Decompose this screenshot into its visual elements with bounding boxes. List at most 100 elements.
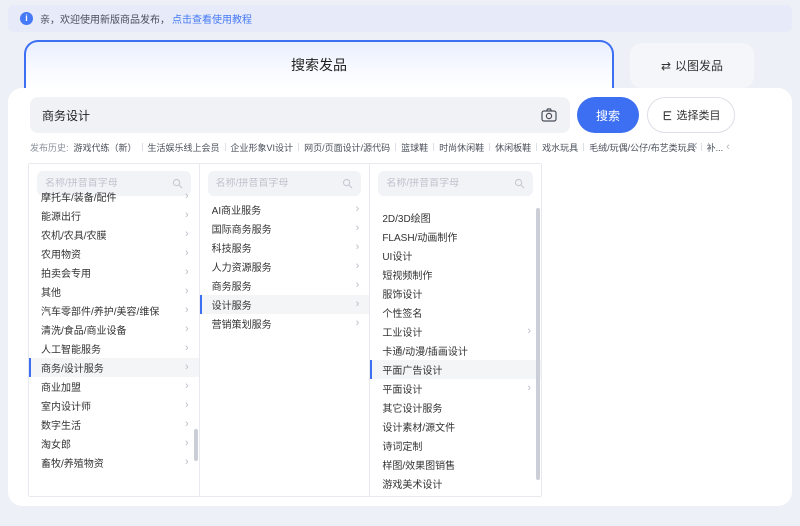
category-item[interactable]: 设计服务› [200,295,370,314]
category-item[interactable]: 营销策划服务› [200,314,370,333]
column2-search-input[interactable] [216,178,343,189]
category-item[interactable]: 农用物资› [29,244,199,263]
category-item[interactable]: 拍卖会专用› [29,263,199,282]
close-icon[interactable]: × [686,138,702,154]
chevron-right-icon: › [356,299,360,310]
category-item-label: 工业设计 [382,324,422,339]
category-item[interactable]: 2D/3D绘图 [370,208,541,227]
chevron-right-icon: › [185,343,189,354]
category-item[interactable]: 科技服务› [200,238,370,257]
category-item-label: 其他 [41,284,61,299]
category-item[interactable]: 工业设计 › [370,322,541,341]
category-item-label: 清洗/食品/商业设备 [41,322,127,337]
category-item[interactable]: 商务/设计服务› [29,358,199,377]
category-item[interactable]: 平面设计 › [370,379,541,398]
chevron-right-icon: › [185,400,189,411]
tutorial-link[interactable]: 点击查看使用教程 [172,11,252,26]
scrollbar-thumb[interactable] [536,208,540,480]
category-item[interactable]: 清洗/食品/商业设备 › [29,320,199,339]
category-item-label: 商务/设计服务 [41,360,104,375]
category-item[interactable]: 室内设计师› [29,396,199,415]
category-item-label: 人工智能服务 [41,341,101,356]
category-item-label: 拍卖会专用 [41,265,91,280]
category-item[interactable]: 能源出行› [29,206,199,225]
swap-arrows-icon: ⇄ [661,59,671,73]
category-item[interactable]: 样图/效果图销售 [370,455,541,474]
history-item[interactable]: 企业形象VI设计 [231,141,294,154]
history-item[interactable]: 生活娱乐线上会员 [148,141,220,154]
search-icon [172,178,183,189]
chevron-right-icon: › [527,383,531,394]
category-item[interactable]: 数字生活› [29,415,199,434]
category-item[interactable]: UI设计 [370,246,541,265]
category-item[interactable]: 国际商务服务› [200,219,370,238]
notice-text: 亲，欢迎使用新版商品发布， [40,11,170,26]
chevron-right-icon: › [527,326,531,337]
category-item[interactable]: 农机/农具/农膜› [29,225,199,244]
category-item[interactable]: 平面广告设计 [370,360,541,379]
history-item[interactable]: 补... [707,141,724,154]
category-item[interactable]: 人力资源服务› [200,257,370,276]
category-item-label: 摩托车/装备/配件 [41,189,117,204]
category-item[interactable]: 其他› [29,282,199,301]
camera-icon[interactable] [540,106,558,124]
select-category-label: 选择类目 [677,107,721,123]
category-item-label: 其它设计服务 [382,400,442,415]
history-divider [298,143,299,151]
category-item[interactable]: 卡通/动漫/插画设计 [370,341,541,360]
category-item[interactable]: 短视频制作 [370,265,541,284]
history-item[interactable]: 游戏代练（新） [74,141,137,154]
category-item-label: 人力资源服务 [212,259,272,274]
history-item[interactable]: 戏水玩具 [542,141,578,154]
category-item[interactable]: 畜牧/养殖物资› [29,453,199,472]
column1-search-input[interactable] [45,178,172,189]
category-item[interactable]: 服饰设计 [370,284,541,303]
history-divider [225,143,226,151]
tab-search-publish[interactable]: 搜索发品 [24,40,614,88]
chevron-right-icon: › [185,305,189,316]
category-item[interactable]: 设计素材/源文件 [370,417,541,436]
category-item[interactable]: 商业加盟› [29,377,199,396]
category-item[interactable]: 汽车零部件/养护/美容/维保› [29,301,199,320]
search-button[interactable]: 搜索 [577,97,639,133]
category-list-icon [662,110,673,121]
category-item-label: 数字生活 [41,417,81,432]
category-item[interactable]: 人工智能服务 › [29,339,199,358]
category-item[interactable]: 商务服务› [200,276,370,295]
category-item[interactable]: AI商业服务› [200,200,370,219]
search-input[interactable] [42,108,540,122]
select-category-button[interactable]: 选择类目 [647,97,735,133]
chevron-right-icon: › [356,223,360,234]
scrollbar-thumb[interactable] [194,429,198,461]
history-item[interactable]: 篮球鞋 [401,141,428,154]
chevron-right-icon: › [356,204,360,215]
category-item-label: 农机/农具/农膜 [41,227,107,242]
history-item[interactable]: 网页/页面设计/源代码 [304,141,390,154]
category-item[interactable]: 其它设计服务 [370,398,541,417]
category-item[interactable]: 摩托车/装备/配件› [29,187,199,206]
history-item[interactable]: 时尚休闲鞋 [439,141,484,154]
history-item[interactable]: 休闲板鞋 [495,141,531,154]
chevron-right-icon: › [185,324,189,335]
category-item[interactable]: 游戏美术设计 [370,474,541,493]
category-column-3: 2D/3D绘图FLASH/动画制作UI设计短视频制作服饰设计个性签名工业设计 › 卡… [370,164,541,496]
category-column-2: AI商业服务›国际商务服务›科技服务›人力资源服务›商务服务›设计服务›营销策划… [200,164,371,496]
category-item[interactable]: 淘女郎› [29,434,199,453]
category-item[interactable]: 诗词定制 [370,436,541,455]
chevron-right-icon: › [185,438,189,449]
category-item-label: 能源出行 [41,208,81,223]
column3-search-input[interactable] [386,178,514,189]
category-item-label: 平面设计 [382,381,422,396]
search-icon [514,178,525,189]
chevron-right-icon: › [356,280,360,291]
history-item[interactable]: 毛绒/玩偶/公仔/布艺类玩具 [589,141,696,154]
history-divider [433,143,434,151]
category-item[interactable]: FLASH/动画制作 [370,227,541,246]
history-prev-icon[interactable]: ‹ [726,142,730,153]
history-divider [489,143,490,151]
history-items: 游戏代练（新） 生活娱乐线上会员企业形象VI设计网页/页面设计/源代码篮球鞋时尚休… [74,141,724,154]
category-item[interactable]: 个性签名 [370,303,541,322]
category-list-1: 摩托车/装备/配件›能源出行›农机/农具/农膜›农用物资›拍卖会专用›其他›汽车… [29,196,199,472]
tab-image-publish[interactable]: ⇄ 以图发品 [630,43,754,88]
category-item-label: 游戏美术设计 [382,476,442,491]
